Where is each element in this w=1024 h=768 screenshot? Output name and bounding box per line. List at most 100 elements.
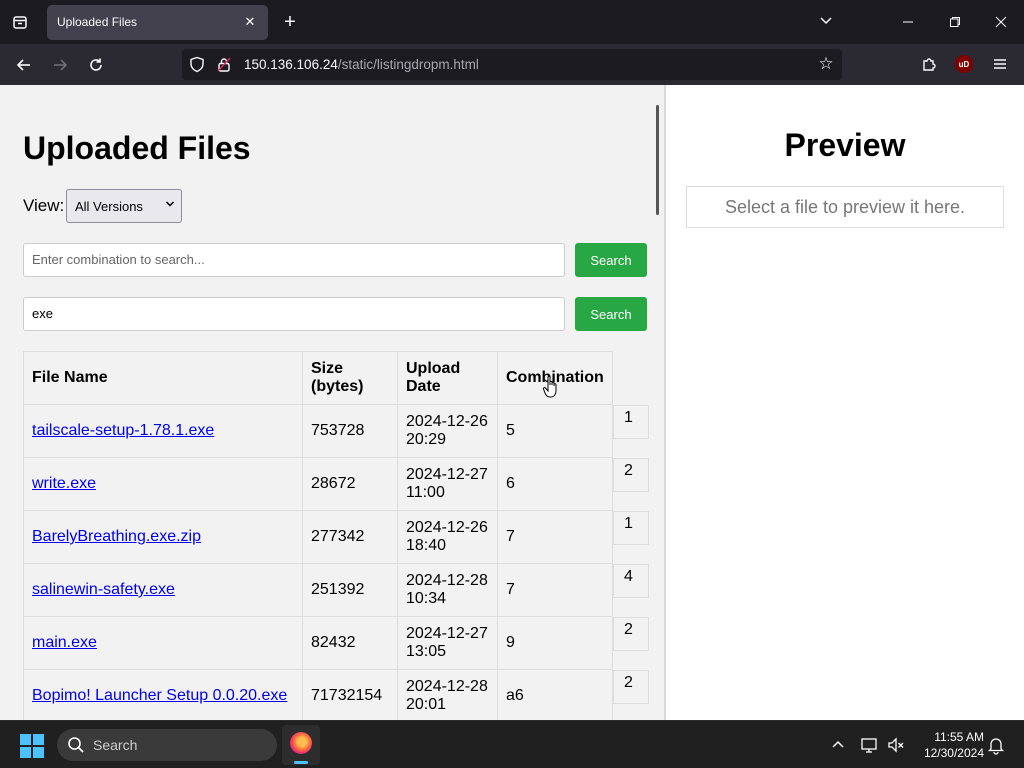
row-extra-count: 1 bbox=[613, 405, 649, 439]
hand-cursor-icon bbox=[542, 375, 560, 399]
filename-search-input[interactable]: exe bbox=[23, 297, 565, 331]
view-version-select[interactable]: All Versions bbox=[66, 189, 182, 223]
file-size-cell: 71732154 bbox=[302, 669, 398, 720]
preview-pane: Preview Select a file to preview it here… bbox=[666, 85, 1024, 720]
tray-overflow-chevron-up-icon[interactable] bbox=[828, 735, 848, 755]
new-tab-plus-icon[interactable]: + bbox=[278, 10, 302, 34]
taskbar-firefox-app[interactable] bbox=[282, 725, 320, 765]
firefox-logo-icon bbox=[290, 732, 312, 754]
page-title: Uploaded Files bbox=[23, 130, 251, 166]
clock-time: 11:55 AM bbox=[934, 730, 984, 744]
tab-close-icon[interactable]: ✕ bbox=[240, 12, 260, 32]
table-row: salinewin-safety.exe 251392 2024-12-28 1… bbox=[23, 563, 613, 617]
file-name-cell: tailscale-setup-1.78.1.exe bbox=[23, 404, 303, 458]
list-all-tabs-icon[interactable] bbox=[8, 10, 32, 34]
active-app-indicator bbox=[294, 761, 308, 764]
speaker-muted-icon[interactable] bbox=[886, 735, 906, 755]
search-icon bbox=[67, 736, 85, 754]
table-row: main.exe 82432 2024-12-27 13:05 9 bbox=[23, 616, 613, 670]
row-extra-count: 2 bbox=[613, 458, 649, 492]
forward-arrow-icon[interactable] bbox=[47, 52, 73, 78]
upload-date-cell: 2024-12-26 18:40 bbox=[397, 510, 498, 564]
browser-tab-bar: Uploaded Files ✕ + bbox=[0, 0, 1024, 44]
filename-search-button[interactable]: Search bbox=[575, 297, 647, 331]
hamburger-menu-icon[interactable] bbox=[989, 53, 1011, 75]
view-label: View: bbox=[23, 196, 65, 215]
url-path: /static/listingdropm.html bbox=[337, 57, 479, 72]
upload-date-cell: 2024-12-26 20:29 bbox=[397, 404, 498, 458]
restore-window-icon[interactable] bbox=[943, 10, 967, 34]
minimize-window-icon[interactable] bbox=[896, 10, 920, 34]
file-link[interactable]: write.exe bbox=[32, 475, 96, 492]
tracking-protection-shield-icon[interactable] bbox=[189, 56, 205, 73]
page-viewport: Uploaded Files View: All Versions Enter … bbox=[0, 85, 1024, 720]
windows-taskbar: Search 11:55 AM 12/30/2024 bbox=[0, 720, 1024, 768]
row-extra-count: 2 bbox=[613, 617, 649, 651]
ublock-origin-extension-icon[interactable]: uD bbox=[955, 55, 973, 73]
combination-search-button[interactable]: Search bbox=[575, 243, 647, 277]
combination-search-input[interactable]: Enter combination to search... bbox=[23, 243, 565, 277]
header-file-name[interactable]: File Name bbox=[23, 351, 303, 405]
file-list-pane: Uploaded Files View: All Versions Enter … bbox=[0, 85, 664, 720]
upload-date-cell: 2024-12-27 13:05 bbox=[397, 616, 498, 670]
file-link[interactable]: tailscale-setup-1.78.1.exe bbox=[32, 422, 214, 439]
windows-start-icon[interactable] bbox=[20, 734, 44, 758]
table-row: Bopimo! Launcher Setup 0.0.20.exe 717321… bbox=[23, 669, 613, 720]
clock-date: 12/30/2024 bbox=[923, 746, 984, 760]
header-upload-date[interactable]: Upload Date bbox=[397, 351, 498, 405]
file-size-cell: 82432 bbox=[302, 616, 398, 670]
row-extra-count: 1 bbox=[613, 511, 649, 545]
tabs-dropdown-chevron-icon[interactable] bbox=[815, 10, 837, 32]
upload-date-cell: 2024-12-28 20:01 bbox=[397, 669, 498, 720]
bookmark-star-icon[interactable]: ☆ bbox=[816, 54, 836, 74]
file-name-cell: BarelyBreathing.exe.zip bbox=[23, 510, 303, 564]
file-name-cell: main.exe bbox=[23, 616, 303, 670]
chevron-down-icon bbox=[165, 199, 175, 212]
combination-cell: a6 bbox=[497, 669, 613, 720]
taskbar-clock[interactable]: 11:55 AM 12/30/2024 bbox=[912, 729, 984, 761]
file-size-cell: 277342 bbox=[302, 510, 398, 564]
combination-cell: 7 bbox=[497, 563, 613, 617]
file-link[interactable]: main.exe bbox=[32, 634, 97, 651]
extensions-puzzle-icon[interactable] bbox=[918, 53, 940, 75]
preview-title: Preview bbox=[784, 127, 906, 163]
file-name-cell: write.exe bbox=[23, 457, 303, 511]
file-size-cell: 753728 bbox=[302, 404, 398, 458]
table-row: tailscale-setup-1.78.1.exe 753728 2024-1… bbox=[23, 404, 613, 458]
file-link[interactable]: BarelyBreathing.exe.zip bbox=[32, 528, 201, 545]
row-extra-count: 4 bbox=[613, 564, 649, 598]
upload-date-cell: 2024-12-28 10:34 bbox=[397, 563, 498, 617]
taskbar-search-label: Search bbox=[93, 737, 138, 753]
file-link[interactable]: salinewin-safety.exe bbox=[32, 581, 175, 598]
file-name-cell: Bopimo! Launcher Setup 0.0.20.exe bbox=[23, 669, 303, 720]
table-row: BarelyBreathing.exe.zip 277342 2024-12-2… bbox=[23, 510, 613, 564]
combination-cell: 6 bbox=[497, 457, 613, 511]
file-size-cell: 28672 bbox=[302, 457, 398, 511]
back-arrow-icon[interactable] bbox=[11, 52, 37, 78]
file-name-cell: salinewin-safety.exe bbox=[23, 563, 303, 617]
combination-cell: 7 bbox=[497, 510, 613, 564]
reload-icon[interactable] bbox=[83, 52, 109, 78]
uploaded-files-table: File Name Size (bytes) Upload Date Combi… bbox=[23, 351, 613, 720]
table-header-row: File Name Size (bytes) Upload Date Combi… bbox=[23, 351, 613, 405]
view-select-value: All Versions bbox=[75, 199, 143, 214]
row-extra-count: 2 bbox=[613, 670, 649, 704]
network-monitor-icon[interactable] bbox=[860, 735, 880, 755]
notification-bell-icon[interactable] bbox=[986, 735, 1006, 755]
header-size[interactable]: Size (bytes) bbox=[302, 351, 398, 405]
file-link[interactable]: Bopimo! Launcher Setup 0.0.20.exe bbox=[32, 687, 287, 704]
combination-cell: 5 bbox=[497, 404, 613, 458]
browser-tab-active[interactable]: Uploaded Files ✕ bbox=[47, 5, 268, 40]
table-row: write.exe 28672 2024-12-27 11:00 6 bbox=[23, 457, 613, 511]
close-window-icon[interactable] bbox=[989, 10, 1013, 34]
insecure-lock-icon[interactable] bbox=[217, 57, 231, 72]
address-bar[interactable]: 150.136.106.24/static/listingdropm.html … bbox=[182, 49, 842, 80]
url-text: 150.136.106.24/static/listingdropm.html bbox=[244, 57, 479, 72]
url-host: 150.136.106.24 bbox=[244, 57, 338, 72]
taskbar-search-box[interactable]: Search bbox=[57, 729, 277, 761]
upload-date-cell: 2024-12-27 11:00 bbox=[397, 457, 498, 511]
preview-placeholder-box: Select a file to preview it here. bbox=[686, 186, 1004, 228]
browser-nav-bar: 150.136.106.24/static/listingdropm.html … bbox=[0, 44, 1024, 85]
page-scrollbar-thumb[interactable] bbox=[656, 105, 659, 215]
combination-cell: 9 bbox=[497, 616, 613, 670]
